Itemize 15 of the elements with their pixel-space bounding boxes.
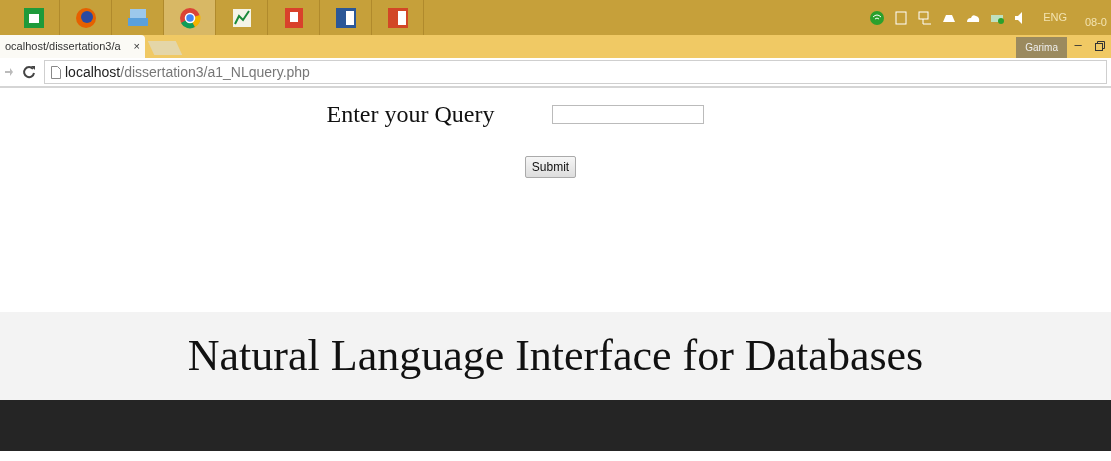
forward-icon[interactable] — [4, 67, 14, 77]
minimize-button[interactable]: – — [1067, 35, 1089, 55]
tab-title[interactable]: ocalhost/dissertation3/a — [5, 38, 121, 55]
address-field[interactable]: localhost/dissertation3/a1_NLquery.php — [44, 60, 1107, 84]
query-label: Enter your Query — [326, 100, 495, 129]
banner-title: Natural Language Interface for Databases — [187, 330, 924, 382]
submit-button[interactable]: Submit — [524, 156, 577, 178]
query-field[interactable] — [552, 104, 705, 124]
wifi-icon[interactable] — [869, 9, 886, 26]
network-icon[interactable] — [917, 9, 934, 26]
reload-icon[interactable] — [22, 65, 36, 79]
tab-close-button[interactable]: × — [133, 38, 140, 55]
page-icon — [51, 65, 61, 79]
url-text: localhost/dissertation3/a1_NLquery.php — [65, 62, 310, 82]
clock-text: 08-0 — [1084, 15, 1107, 31]
